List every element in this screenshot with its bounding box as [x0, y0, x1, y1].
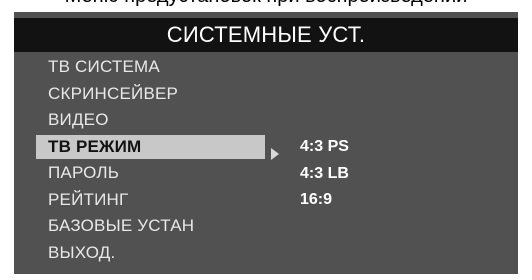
menu-item-video[interactable]: ВИДЕО — [14, 107, 518, 134]
menu-item-label: ВЫХОД. — [48, 242, 116, 262]
menu-item-basic-settings[interactable]: БАЗОВЫЕ УСТАН — [14, 213, 518, 240]
menu-item-label: ТВ СИСТЕМА — [48, 57, 160, 76]
menu-item-tv-mode[interactable]: ТВ РЕЖИМ — [14, 134, 518, 161]
tv-mode-options: 4:3 PS 4:3 LB 16:9 — [300, 134, 349, 214]
menu-item-exit[interactable]: ВЫХОД. — [14, 240, 518, 267]
settings-list: ТВ СИСТЕМА СКРИНСЕЙВЕР ВИДЕО ТВ РЕЖИМ ПА… — [14, 54, 518, 266]
menu-item-tv-system[interactable]: ТВ СИСТЕМА — [14, 54, 518, 81]
system-settings-menu: СИСТЕМНЫЕ УСТ. ТВ СИСТЕМА СКРИНСЕЙВЕР ВИ… — [14, 12, 518, 274]
menu-item-rating[interactable]: РЕЙТИНГ — [14, 187, 518, 214]
menu-item-password[interactable]: ПАРОЛЬ — [14, 160, 518, 187]
menu-title: СИСТЕМНЫЕ УСТ. — [14, 18, 518, 52]
option-4-3-ps[interactable]: 4:3 PS — [300, 134, 349, 161]
option-4-3-lb[interactable]: 4:3 LB — [300, 161, 349, 188]
menu-item-label: ВИДЕО — [48, 110, 109, 129]
menu-item-label: СКРИНСЕЙВЕР — [48, 83, 179, 103]
menu-item-label: ТВ РЕЖИМ — [48, 136, 142, 156]
option-16-9[interactable]: 16:9 — [300, 187, 349, 214]
menu-item-label: ПАРОЛЬ — [48, 163, 120, 182]
menu-item-screensaver[interactable]: СКРИНСЕЙВЕР — [14, 81, 518, 108]
menu-item-label: РЕЙТИНГ — [48, 189, 129, 209]
cut-off-header-text: Меню предустановок при воспроизведении — [0, 0, 532, 8]
menu-item-label: БАЗОВЫЕ УСТАН — [48, 216, 195, 235]
play-arrow-icon — [271, 148, 279, 160]
